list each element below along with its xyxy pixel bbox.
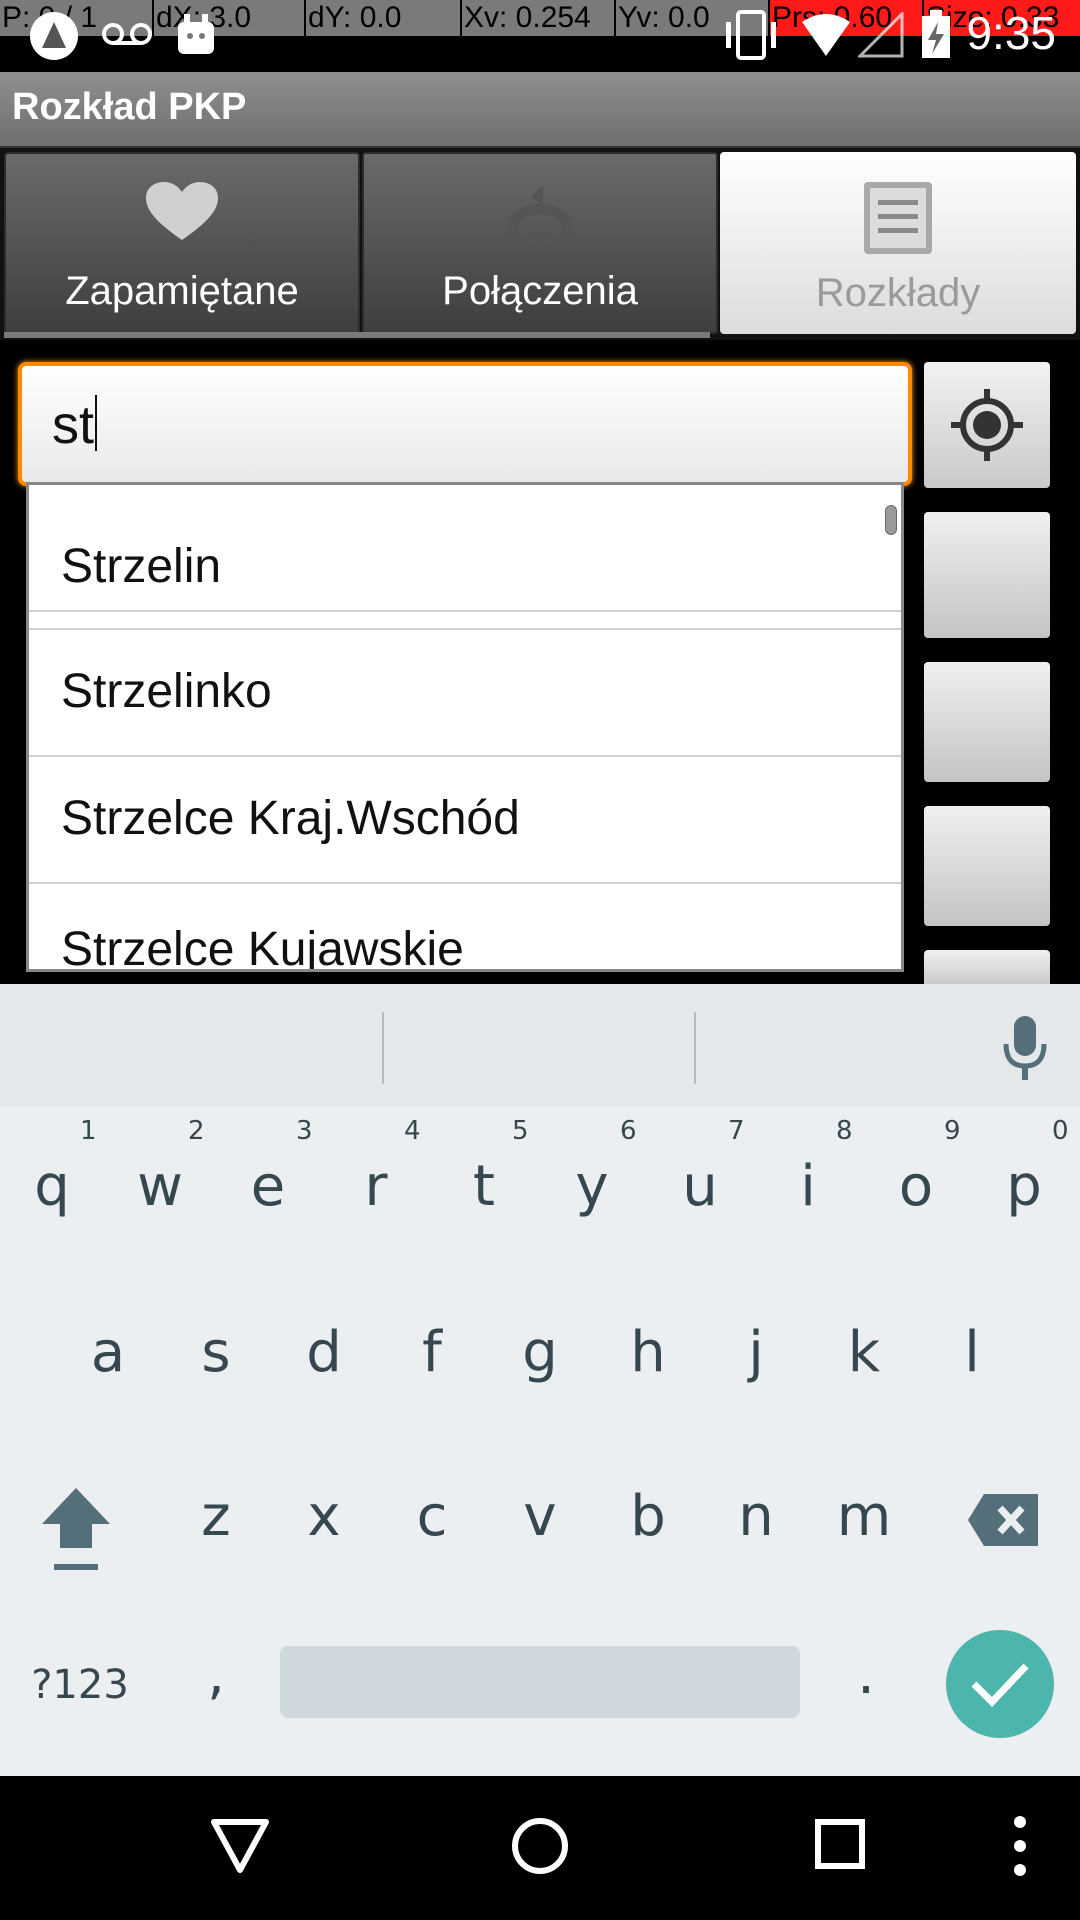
key-x[interactable]: x [284,1484,364,1549]
key-j[interactable]: j [716,1320,796,1385]
key-hint-7: 7 [728,1116,745,1146]
debug-pressure: Prs: 0.60 [770,0,922,36]
key-a[interactable]: a [68,1320,148,1385]
suggestion-text: Strzelinko [61,665,272,718]
key-f[interactable]: f [392,1320,472,1385]
key-hint-5: 5 [512,1116,529,1146]
tab-label: Połączenia [442,269,638,313]
station-search-input[interactable]: st [18,362,912,486]
suggestion-item[interactable]: Strzelce Kraj.Wschód [29,757,901,884]
key-d[interactable]: d [284,1320,364,1385]
side-button[interactable] [924,806,1050,926]
suggestion-text: Strzelce Kraj.Wschód [61,792,520,845]
key-m[interactable]: m [824,1484,904,1549]
key-hint-9: 9 [944,1116,961,1146]
menu-icon[interactable] [1010,1814,1030,1878]
home-icon[interactable] [510,1816,570,1876]
key-c[interactable]: c [392,1484,472,1549]
symbols-key[interactable]: ?123 [20,1662,140,1708]
key-r[interactable]: r [336,1154,416,1219]
key-w[interactable]: w [120,1154,200,1219]
list-icon [864,182,932,254]
text-caret [95,395,98,451]
key-v[interactable]: v [500,1484,580,1549]
suggestion-dropdown[interactable]: Strzelin Strzelinko Strzelce Kraj.Wschód… [26,482,904,972]
key-u[interactable]: u [660,1154,740,1219]
key-y[interactable]: y [552,1154,632,1219]
locate-button[interactable] [924,362,1050,488]
search-value-text: st [52,395,95,455]
title-bar: Rozkład PKP [0,72,1080,148]
heart-icon [146,182,218,240]
microphone-icon[interactable] [1000,1014,1050,1084]
app-title: Rozkład PKP [12,86,247,128]
key-p[interactable]: p [984,1154,1064,1219]
comma-key[interactable]: , [186,1642,246,1707]
space-bar[interactable] [280,1646,800,1718]
key-hint-8: 8 [836,1116,853,1146]
tab-zapamietane[interactable]: Zapamiętane [4,152,360,334]
key-n[interactable]: n [716,1484,796,1549]
suggestion-strip [0,984,1080,1106]
suggestion-item[interactable]: Strzelinko [29,630,901,757]
key-h[interactable]: h [608,1320,688,1385]
suggestion-text: Strzelce Kujawskie [61,923,464,972]
key-g[interactable]: g [500,1320,580,1385]
debug-size: Size: 0.33 [924,0,1080,36]
soft-keyboard: ?123 , . q 1w 2e 3r 4t 5y 6u 7i 8o 9p 0 asdfghjkl zx… [0,984,1080,1776]
debug-dx: dX: 3.0 [154,0,304,36]
debug-yv: Yv: 0.0 [616,0,768,36]
side-button[interactable] [924,662,1050,782]
navigation-bar [0,1776,1080,1920]
shift-icon[interactable] [38,1484,114,1574]
side-button[interactable] [924,512,1050,638]
suggestion-item[interactable]: Strzelce Kujawskie [29,884,901,972]
debug-xv: Xv: 0.254 [462,0,614,36]
key-k[interactable]: k [824,1320,904,1385]
key-t[interactable]: t [444,1154,524,1219]
key-hint-1: 1 [80,1116,97,1146]
key-l[interactable]: l [932,1320,1012,1385]
debug-dy: dY: 0.0 [306,0,460,36]
back-icon[interactable] [210,1818,270,1874]
dropdown-scrollbar[interactable] [885,505,897,535]
connections-icon [504,186,576,249]
strip-divider [382,1012,384,1084]
key-hint-3: 3 [296,1116,313,1146]
schedule-panel: st Strzelin Strzelinko Strzelce Kraj.Wsc… [0,340,1080,990]
key-hint-6: 6 [620,1116,637,1146]
done-button[interactable] [946,1630,1054,1738]
pointer-debug-bar: P: 0 / 1 dX: 3.0 dY: 0.0 Xv: 0.254 Yv: 0… [0,0,1080,36]
recents-icon[interactable] [814,1818,866,1870]
key-i[interactable]: i [768,1154,848,1219]
tab-underline [4,332,710,338]
tab-label: Rozkłady [815,271,981,315]
suggestion-item-spacer [29,485,901,630]
tab-polaczenia[interactable]: Połączenia [362,152,718,334]
key-q[interactable]: q [12,1154,92,1219]
key-b[interactable]: b [608,1484,688,1549]
key-s[interactable]: s [176,1320,256,1385]
checkmark-icon [971,1663,1029,1708]
strip-divider [694,1012,696,1084]
key-o[interactable]: o [876,1154,956,1219]
key-e[interactable]: e [228,1154,308,1219]
key-hint-0: 0 [1052,1116,1069,1146]
key-hint-4: 4 [404,1116,421,1146]
key-z[interactable]: z [176,1484,256,1549]
tab-bar: Zapamiętane Połączenia Rozkłady [0,148,1080,340]
tab-rozklady[interactable]: Rozkłady [720,152,1076,334]
crosshair-icon [951,389,1023,461]
key-hint-2: 2 [188,1116,205,1146]
debug-pointer: P: 0 / 1 [0,0,152,36]
period-key[interactable]: . [836,1642,896,1707]
backspace-icon[interactable] [966,1490,1042,1550]
tab-label: Zapamiętane [65,269,299,313]
